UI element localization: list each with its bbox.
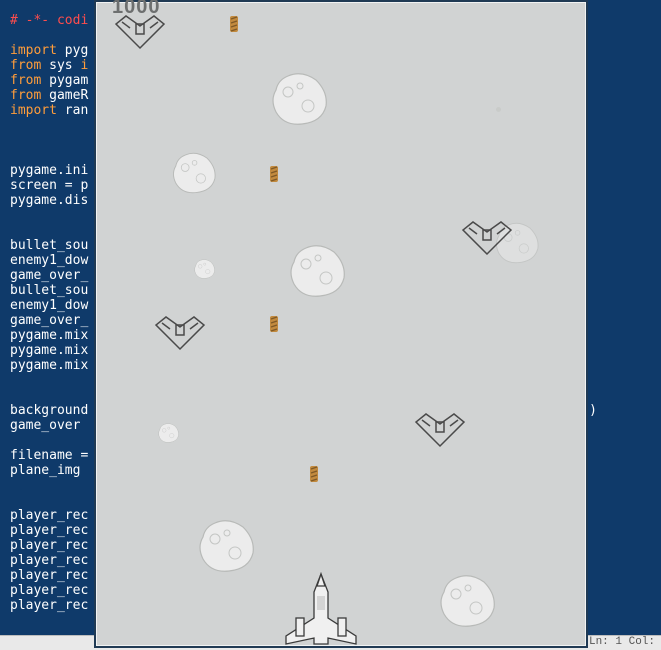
meteor-icon (284, 242, 348, 300)
meteor-icon (168, 150, 218, 196)
player-ship-icon (276, 572, 366, 646)
enemy-ship-icon (414, 412, 466, 448)
bullet-icon (269, 315, 279, 333)
enemy-ship-icon (154, 315, 206, 351)
enemy-ship-icon (114, 14, 166, 50)
game-window[interactable]: 1000 (94, 0, 588, 648)
meteor-icon (192, 258, 216, 280)
meteor-icon (266, 70, 330, 128)
meteor-icon (193, 517, 257, 575)
debris-dot (496, 107, 501, 112)
bullet-icon (229, 15, 239, 33)
bullet-icon (309, 465, 319, 483)
enemy-ship-icon (461, 220, 513, 256)
bullet-icon (269, 165, 279, 183)
meteor-icon (156, 422, 180, 444)
meteor-icon (434, 572, 498, 630)
statusbar-position: Ln: 1 Col: (589, 636, 655, 648)
